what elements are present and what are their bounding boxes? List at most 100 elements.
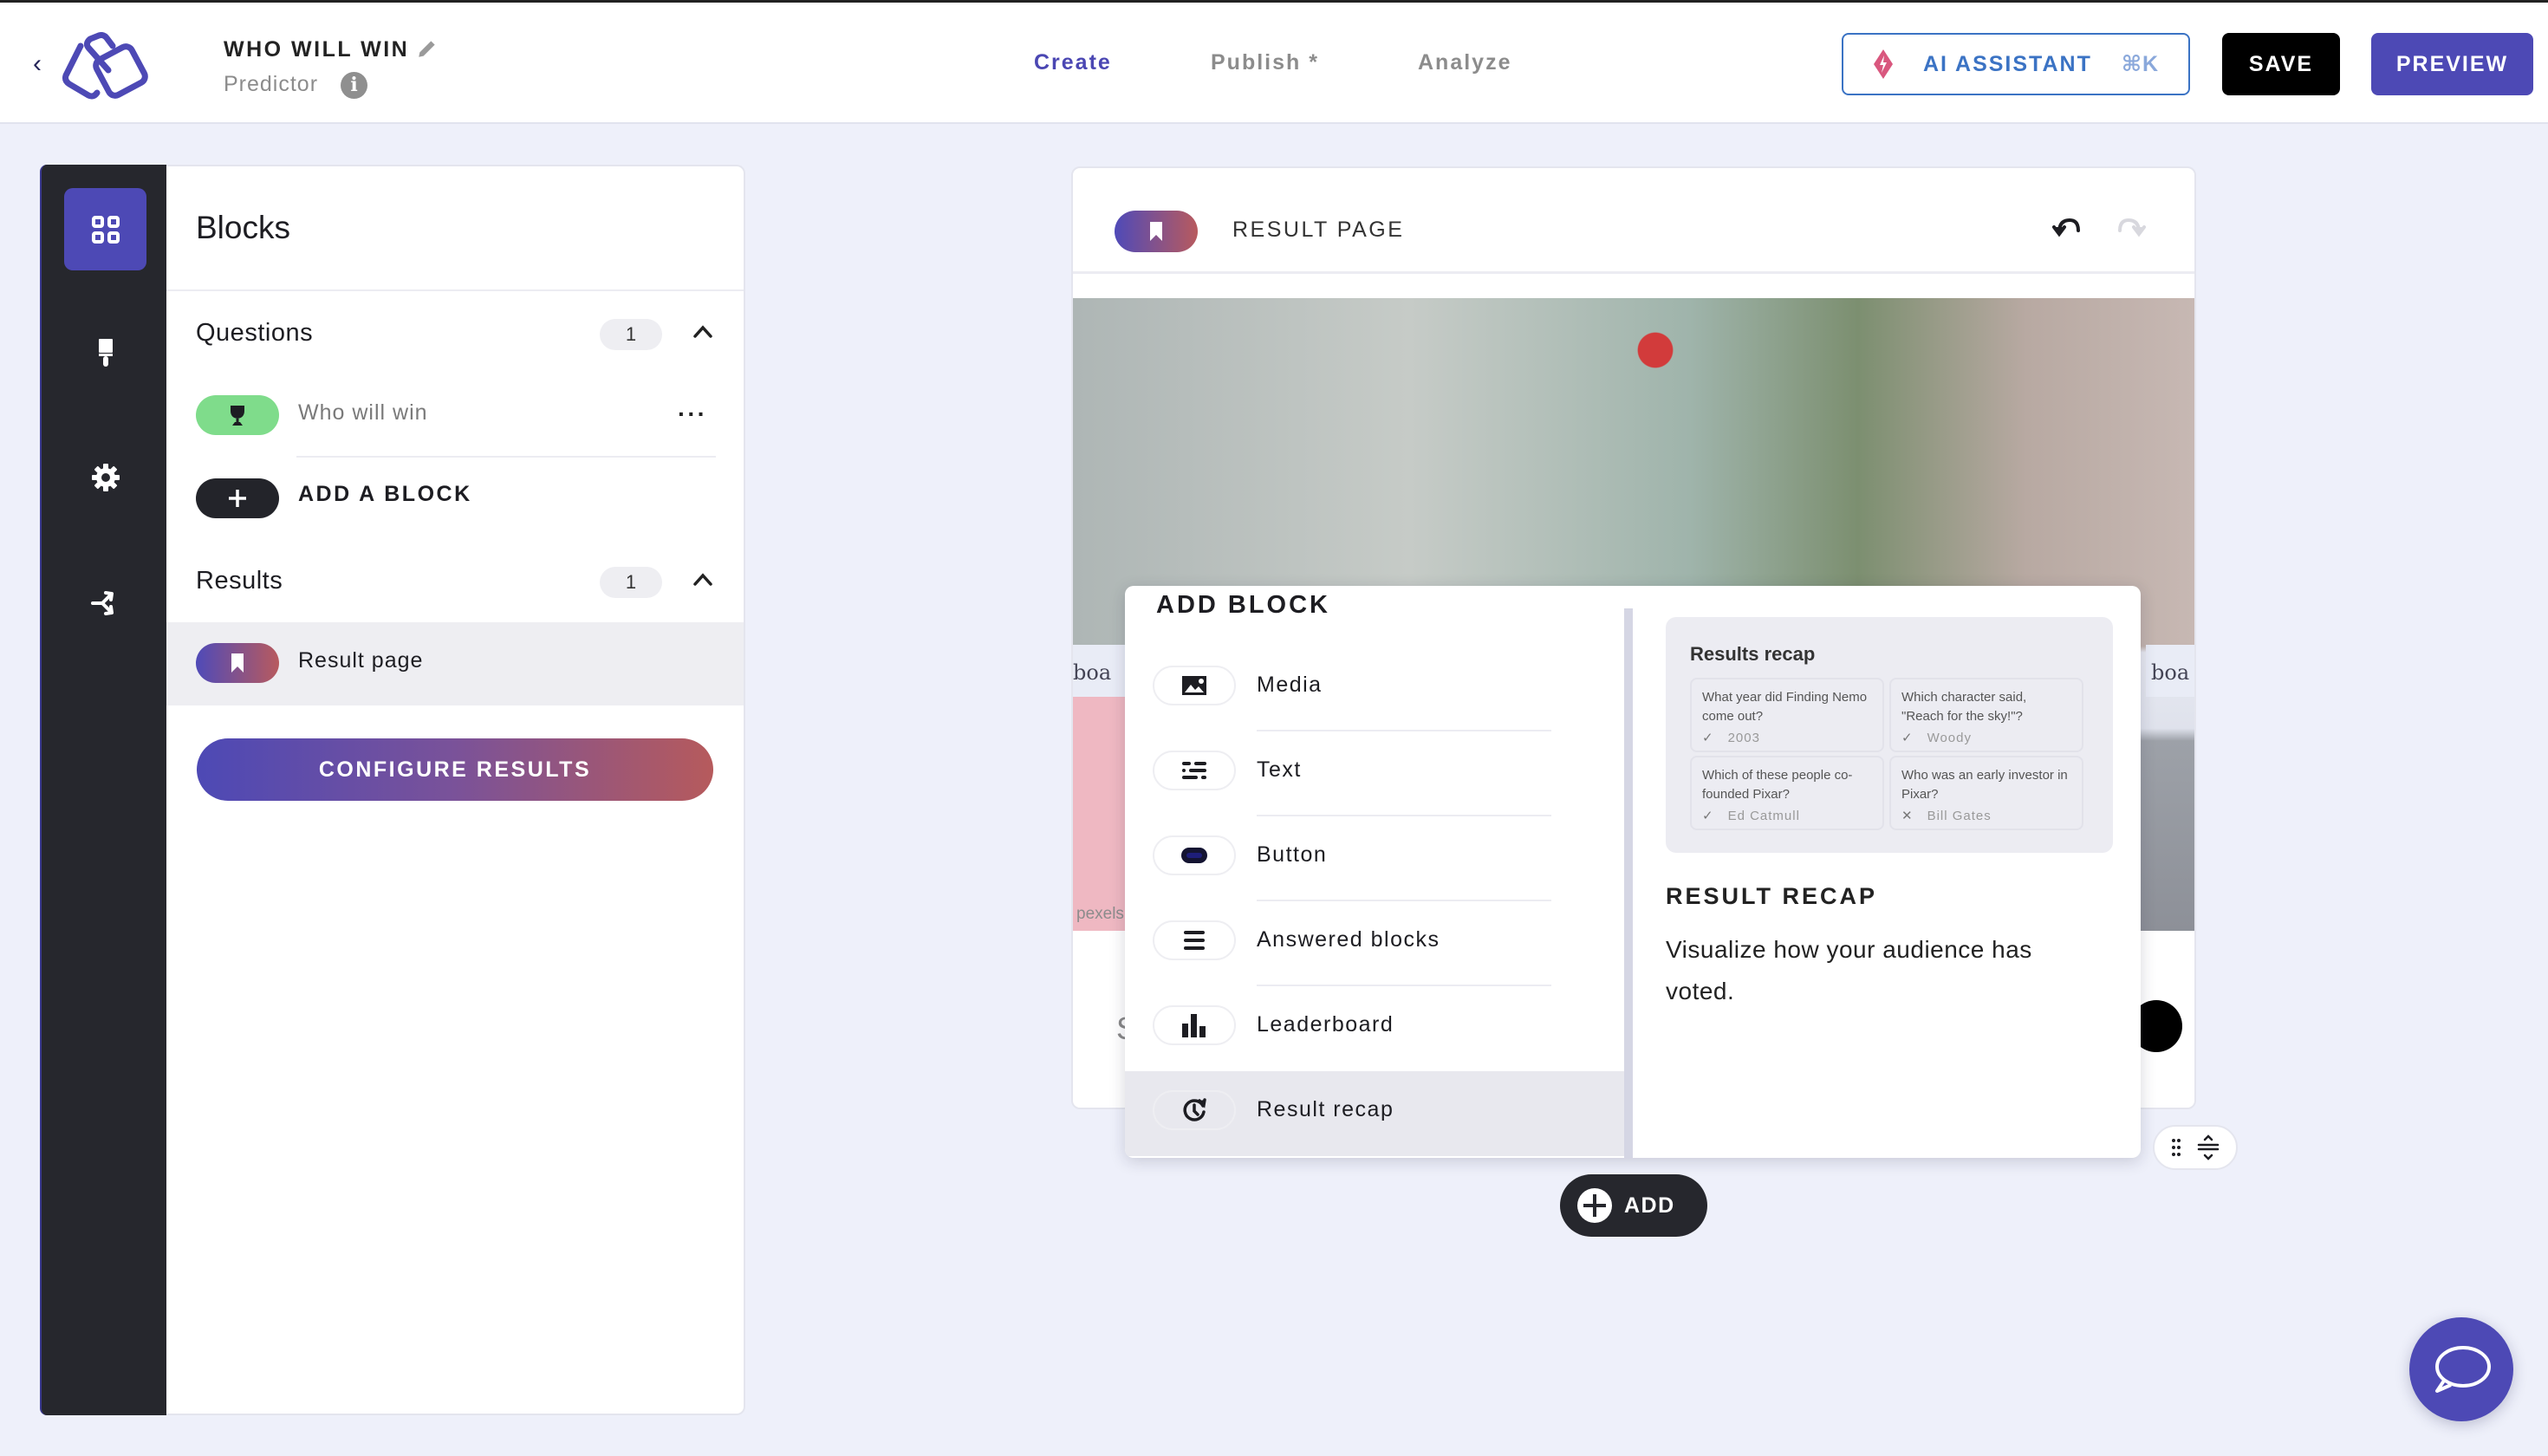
ai-assistant-label: AI ASSISTANT	[1923, 51, 2092, 76]
question-item-who-will-win[interactable]: Who will win ···	[166, 374, 744, 458]
option-media[interactable]: Media	[1125, 647, 1624, 731]
preview-answer: ✓ Ed Catmull	[1702, 808, 1872, 823]
paint-brush-icon	[98, 338, 113, 367]
questions-section-title: Questions	[196, 319, 314, 347]
redo-icon[interactable]	[2113, 211, 2148, 243]
check-icon: ✓	[1702, 731, 1714, 745]
option-label: Button	[1257, 842, 1328, 867]
image-icon	[1182, 676, 1206, 695]
option-label: Result recap	[1257, 1097, 1394, 1121]
option-icon-pill	[1153, 1090, 1236, 1130]
preview-heading: Results recap	[1690, 643, 1816, 665]
plus-icon	[229, 490, 246, 507]
chat-bubble-icon	[2435, 1346, 2491, 1393]
configure-results-button[interactable]: CONFIGURE RESULTS	[197, 738, 713, 801]
option-button[interactable]: Button	[1125, 816, 1624, 901]
preview-cell: Which of these people co-founded Pixar? …	[1690, 756, 1884, 830]
preview-answer-text: Ed Catmull	[1727, 809, 1800, 823]
button-icon	[1181, 848, 1207, 863]
preview-answer: ✓ Woody	[1901, 730, 2071, 745]
cross-icon: ✕	[1901, 809, 1914, 823]
add-button[interactable]: ADD	[1560, 1174, 1707, 1237]
preview-answer: ✓ 2003	[1702, 730, 1872, 745]
option-answered-blocks[interactable]: Answered blocks	[1125, 901, 1624, 986]
option-leaderboard[interactable]: Leaderboard	[1125, 986, 1624, 1071]
keyboard-shortcut: ⌘K	[2121, 52, 2160, 76]
preview-answer-text: Woody	[1927, 731, 1972, 745]
rail-design-button[interactable]	[64, 311, 146, 393]
image-credit: pexels	[1076, 905, 1124, 923]
blocks-panel: Blocks Questions 1 Who will win ··· ADD …	[166, 165, 745, 1415]
result-page-pill	[1115, 211, 1198, 252]
check-icon: ✓	[1702, 809, 1714, 823]
option-label: Media	[1257, 673, 1323, 697]
tab-create[interactable]: Create	[1034, 50, 1112, 75]
preview-answer-text: 2003	[1727, 731, 1760, 745]
hero-sign-right: boa	[2146, 645, 2194, 697]
tab-analyze[interactable]: Analyze	[1418, 50, 1511, 75]
results-count-badge: 1	[600, 567, 662, 598]
rail-logic-button[interactable]	[64, 562, 146, 644]
card-title: RESULT PAGE	[1232, 218, 1405, 242]
branch-icon	[90, 590, 114, 615]
detail-description: Visualize how your audience has voted.	[1666, 936, 2032, 1004]
detail-title: RESULT RECAP	[1666, 883, 1878, 909]
option-label: Text	[1257, 757, 1302, 782]
result-pill	[196, 643, 279, 683]
option-icon-pill	[1153, 666, 1236, 705]
ai-assistant-button[interactable]: AI ASSISTANT ⌘K	[1842, 33, 2190, 95]
preview-question: What year did Finding Nemo come out?	[1702, 690, 1868, 724]
rail-settings-button[interactable]	[64, 436, 146, 518]
option-icon-pill	[1153, 1005, 1236, 1045]
drag-handle-icon	[2172, 1139, 2181, 1156]
add-pill	[196, 478, 279, 518]
chevron-up-icon[interactable]	[690, 567, 716, 593]
save-button[interactable]: SAVE	[2222, 33, 2340, 95]
add-a-block-button[interactable]: ADD A BLOCK	[166, 458, 744, 541]
app-logo-icon[interactable]	[59, 32, 156, 100]
top-bar: ‹ WHO WILL WIN Predictor i Create Publis…	[0, 0, 2548, 124]
chevron-up-icon[interactable]	[690, 319, 716, 345]
card-header: RESULT PAGE	[1073, 168, 2194, 274]
reorder-handle[interactable]	[2153, 1125, 2238, 1170]
panel-divider	[166, 289, 744, 291]
check-icon: ✓	[1901, 731, 1914, 745]
hero-banner-left	[1073, 697, 1125, 931]
lightning-diamond-icon	[1874, 49, 1893, 79]
more-options-icon[interactable]: ···	[678, 400, 707, 428]
rail-blocks-button[interactable]	[64, 188, 146, 270]
history-icon	[1183, 1098, 1206, 1121]
question-label: Who will win	[298, 400, 428, 425]
questions-count-badge: 1	[600, 319, 662, 350]
bookmark-icon	[231, 653, 244, 673]
gear-icon	[91, 463, 120, 491]
result-item-result-page[interactable]: Result page	[166, 622, 744, 705]
tab-publish[interactable]: Publish *	[1211, 50, 1319, 75]
move-up-down-icon	[2197, 1134, 2220, 1160]
preview-button[interactable]: PREVIEW	[2371, 33, 2533, 95]
option-label: Leaderboard	[1257, 1012, 1394, 1037]
option-result-recap[interactable]: Result recap	[1125, 1071, 1624, 1156]
side-rail	[40, 165, 166, 1415]
option-label: Answered blocks	[1257, 927, 1440, 952]
add-block-popup: ADD BLOCK Media Text Button Answered blo…	[1125, 586, 2141, 1158]
result-recap-preview: Results recap What year did Finding Nemo…	[1666, 617, 2113, 853]
preview-cell: Who was an early investor in Pixar? ✕ Bil…	[1889, 756, 2083, 830]
preview-question: Which of these people co-founded Pixar?	[1702, 768, 1853, 802]
plus-circle-icon	[1577, 1188, 1612, 1223]
preview-answer: ✕ Bill Gates	[1901, 808, 2071, 823]
undo-icon[interactable]	[2051, 211, 2085, 243]
trophy-icon	[231, 406, 244, 426]
back-chevron-icon[interactable]: ‹	[33, 51, 50, 77]
results-section-title: Results	[196, 567, 283, 595]
option-text[interactable]: Text	[1125, 731, 1624, 816]
edit-pencil-icon[interactable]	[416, 37, 439, 60]
chat-button[interactable]	[2409, 1317, 2513, 1421]
add-button-label: ADD	[1624, 1193, 1675, 1218]
preview-cell: Which character said, "Reach for the sky…	[1889, 678, 2083, 752]
option-icon-pill	[1153, 751, 1236, 790]
info-icon[interactable]: i	[341, 72, 367, 99]
text-lines-icon	[1182, 762, 1206, 779]
panel-title: Blocks	[196, 210, 290, 245]
preview-cell: What year did Finding Nemo come out? ✓ 20…	[1690, 678, 1884, 752]
